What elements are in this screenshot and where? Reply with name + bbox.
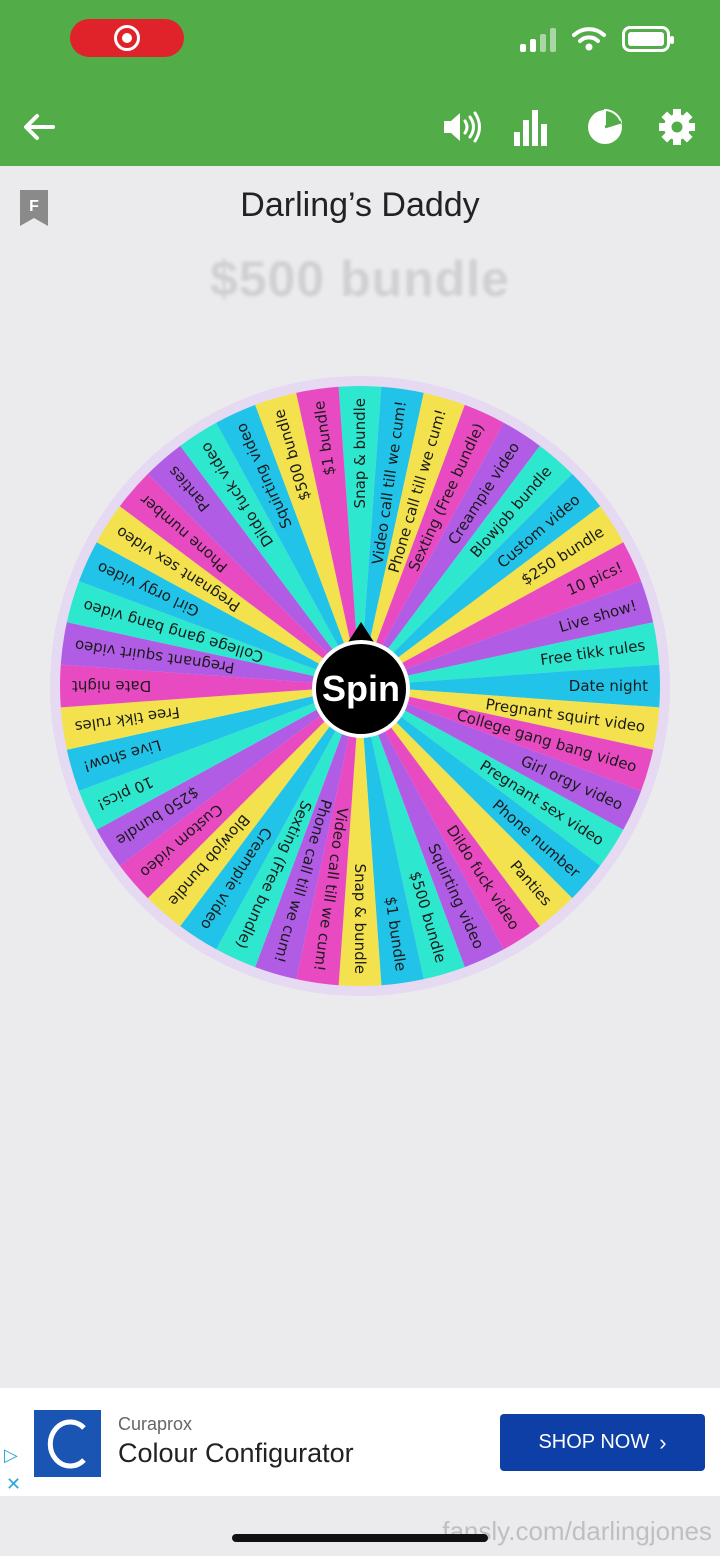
curaprox-logo-icon	[47, 1419, 86, 1468]
wifi-icon	[572, 27, 606, 51]
sound-button[interactable]	[438, 104, 484, 150]
ad-banner[interactable]: ▷ ✕ Curaprox Colour Configurator SHOP NO…	[0, 1388, 720, 1496]
record-icon	[114, 25, 140, 51]
chevron-right-icon: ›	[659, 1429, 667, 1455]
last-result-text: $500 bundle	[210, 251, 510, 307]
ad-cta-button[interactable]: SHOP NOW ›	[500, 1414, 705, 1471]
settings-button[interactable]	[654, 104, 700, 150]
close-icon[interactable]: ✕	[6, 1474, 21, 1495]
back-button[interactable]	[16, 104, 62, 150]
gear-icon	[659, 109, 695, 145]
bar-chart-icon	[514, 110, 547, 146]
wheel-segment-label: Snap & bundle	[351, 398, 369, 508]
wheel-segment-label: Date night	[72, 677, 151, 695]
results-button[interactable]	[582, 104, 628, 150]
spin-button[interactable]: Spin	[312, 640, 410, 738]
app-toolbar	[0, 86, 720, 166]
wheel-segment-label: Snap & bundle	[351, 864, 369, 974]
watermark: fansly.com/darlingjones	[442, 1516, 712, 1546]
stats-button[interactable]	[508, 104, 554, 150]
screen-recording-indicator[interactable]	[70, 19, 184, 57]
cellular-signal-icon	[520, 26, 556, 52]
ad-logo[interactable]	[34, 1410, 101, 1477]
wheel-title: Darling’s Daddy	[240, 186, 480, 224]
ad-cta-label: SHOP NOW	[538, 1431, 650, 1453]
home-indicator[interactable]	[232, 1534, 488, 1542]
battery-icon	[622, 26, 674, 52]
status-bar	[0, 0, 720, 86]
ad-headline[interactable]: Colour Configurator	[118, 1438, 354, 1469]
adchoices-icon[interactable]: ▷	[4, 1446, 26, 1464]
pie-chart-icon	[588, 108, 623, 144]
wheel-segment-label: Date night	[569, 677, 648, 695]
arrow-left-icon	[24, 114, 55, 140]
ad-brand: Curaprox	[118, 1414, 193, 1434]
speaker-icon	[444, 111, 481, 143]
status-icons	[520, 26, 674, 52]
